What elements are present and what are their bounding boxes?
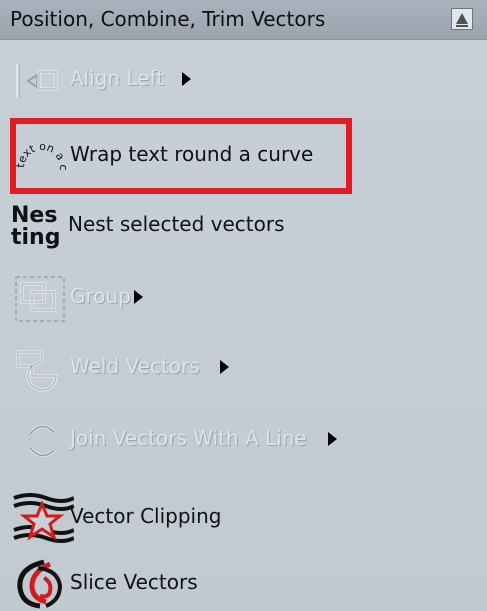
align-left-submenu-arrow: [182, 72, 191, 86]
triangle-up-icon: [456, 13, 468, 27]
tool-group[interactable]: Group: [10, 270, 450, 326]
tool-join-vectors[interactable]: Join Vectors With A Line: [10, 412, 450, 468]
join-line-icon: [10, 412, 74, 468]
vector-clipping-icon: [10, 490, 74, 546]
tool-nest-vectors[interactable]: Nes ting Nest selected vectors: [10, 198, 450, 254]
weld-submenu-arrow: [220, 360, 229, 374]
svg-text:ting: ting: [11, 225, 60, 250]
weld-label: Weld Vectors: [70, 354, 200, 378]
highlight-box: [10, 118, 352, 194]
tool-slice-vectors[interactable]: Slice Vectors: [10, 556, 450, 611]
collapse-button[interactable]: [451, 8, 473, 30]
tool-vector-clipping[interactable]: Vector Clipping: [10, 490, 450, 546]
group-label: Group: [70, 284, 131, 308]
nesting-icon: Nes ting: [10, 198, 74, 254]
panel-title: Position, Combine, Trim Vectors: [10, 7, 326, 31]
align-left-label: Align Left: [70, 66, 165, 90]
tool-weld-vectors[interactable]: Weld Vectors: [10, 340, 450, 396]
tool-align-left[interactable]: Align Left: [10, 52, 450, 108]
group-submenu-arrow: [134, 290, 143, 304]
group-icon: [10, 270, 74, 326]
vector-clipping-label: Vector Clipping: [70, 504, 222, 528]
panel-title-bar: Position, Combine, Trim Vectors: [0, 0, 487, 40]
join-label: Join Vectors With A Line: [70, 426, 307, 450]
slice-vectors-icon: [10, 556, 74, 611]
align-left-icon: [10, 52, 74, 108]
slice-vectors-label: Slice Vectors: [70, 570, 198, 594]
join-submenu-arrow: [328, 432, 337, 446]
nest-label: Nest selected vectors: [68, 212, 285, 236]
position-combine-trim-panel: Position, Combine, Trim Vectors Align Le…: [0, 0, 487, 611]
weld-vectors-icon: [10, 340, 74, 396]
